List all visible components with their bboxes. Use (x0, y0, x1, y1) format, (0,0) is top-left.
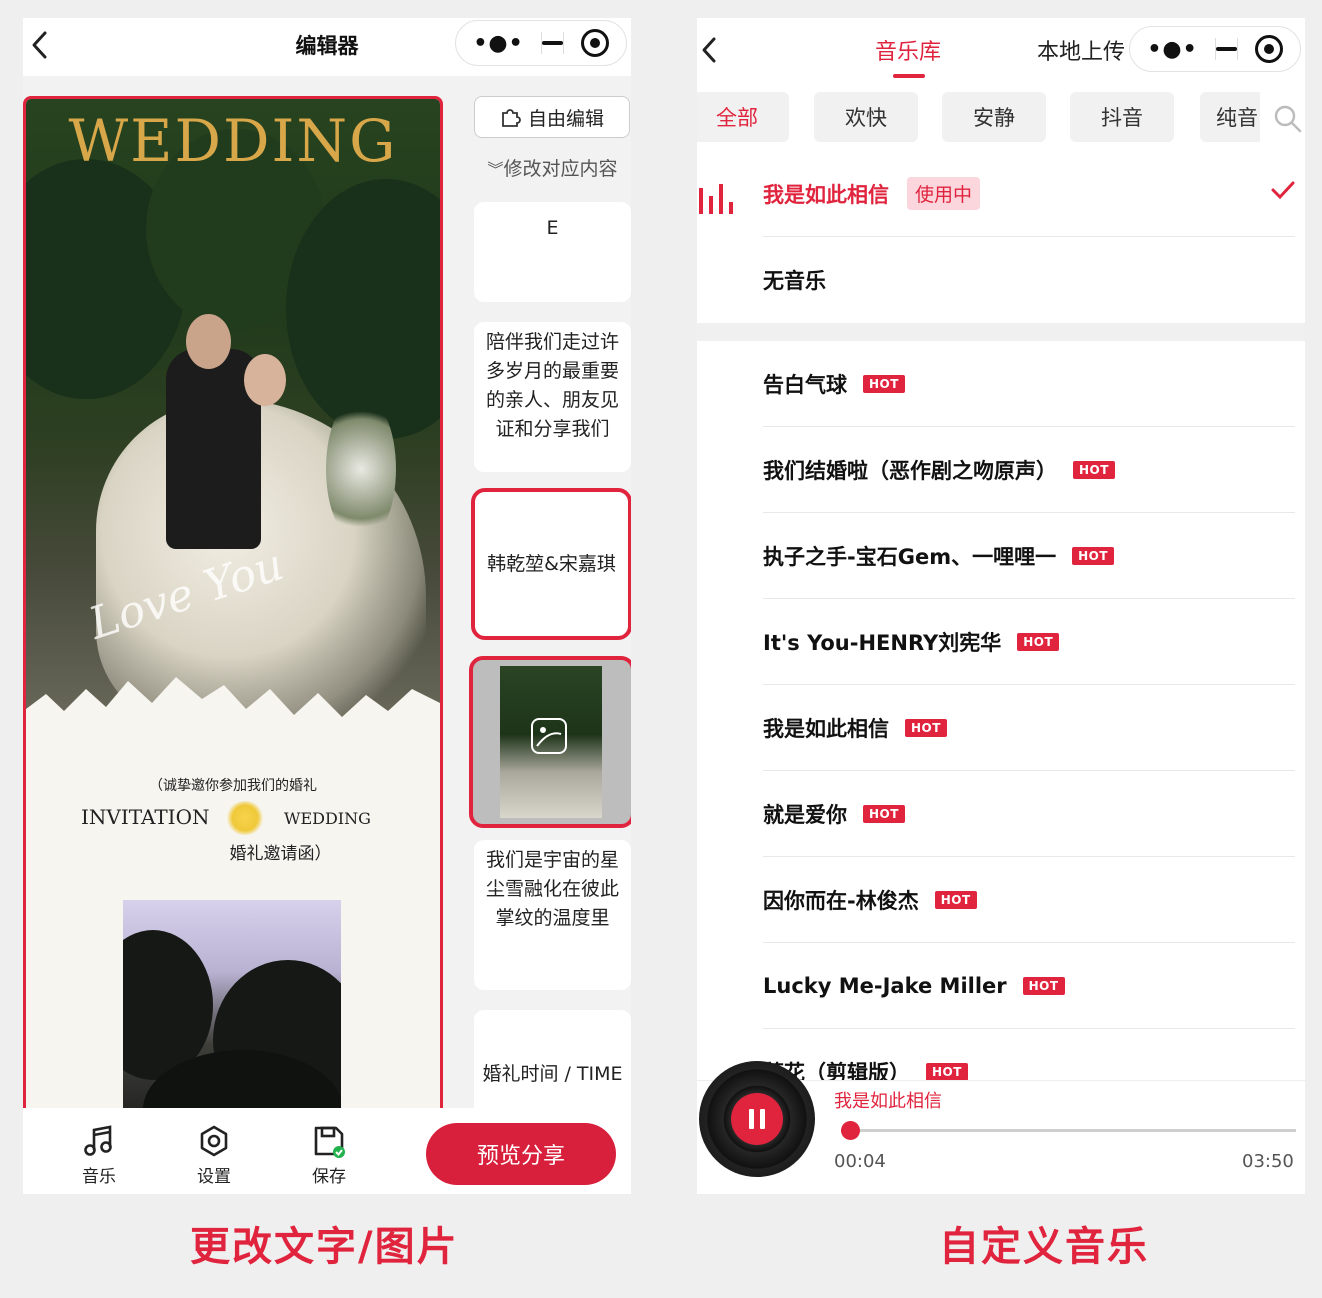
gear-icon (200, 1125, 228, 1157)
active-tab-indicator (893, 74, 925, 78)
content-thumb-2[interactable]: 陪伴我们走过许多岁月的最重要的亲人、朋友见证和分享我们 (474, 322, 631, 472)
hot-badge: HOT (934, 890, 977, 909)
save-disk-icon (314, 1126, 345, 1158)
song-row[interactable]: 我们结婚啦（恶作剧之吻原声） HOT (763, 427, 1295, 513)
tab-local-upload[interactable]: 本地上传 (1037, 34, 1125, 66)
song-row[interactable]: 我是如此相信 HOT (763, 685, 1295, 771)
progress-knob[interactable] (841, 1121, 861, 1140)
chip-douyin[interactable]: 抖音 (1070, 92, 1174, 142)
more-dots-icon[interactable]: •●• (456, 31, 541, 56)
now-playing-title: 我是如此相信 (834, 1091, 942, 1112)
free-edit-label: 自由编辑 (527, 107, 604, 130)
invite-subtitle: （诚挚邀你参加我们的婚礼 (149, 778, 317, 794)
song-row[interactable]: 执子之手-宝石Gem、一哩哩一 HOT (763, 513, 1295, 599)
content-thumb-1[interactable]: E (474, 202, 631, 302)
caption-left: 更改文字/图片 (190, 1224, 459, 1270)
search-icon[interactable] (1273, 104, 1303, 134)
wedding-title: WEDDING (68, 107, 398, 175)
equalizer-icon (699, 184, 733, 214)
puzzle-icon (502, 109, 521, 127)
miniapp-capsule: •●• (1129, 26, 1301, 72)
hot-badge: HOT (926, 1063, 968, 1081)
miniapp-capsule: •●• (455, 20, 627, 66)
settings-tab[interactable]: 设置 (184, 1124, 244, 1187)
replace-image-icon[interactable] (531, 718, 567, 754)
song-row[interactable]: Lucky Me-Jake Miller HOT (763, 943, 1295, 1029)
caption-right: 自定义音乐 (939, 1224, 1149, 1270)
wedding-text: WEDDING (284, 809, 371, 828)
editor-nav-bar: 编辑器 •●• (23, 18, 631, 76)
preview-share-button[interactable]: 预览分享 (426, 1123, 616, 1185)
chip-quiet[interactable]: 安静 (942, 92, 1046, 142)
free-edit-button[interactable]: 自由编辑 (474, 96, 630, 138)
wedding-photo-2[interactable] (123, 900, 341, 1133)
music-nav-bar: 音乐库 本地上传 •●• (697, 18, 1305, 88)
back-chevron-icon[interactable] (699, 36, 719, 70)
invitation-preview[interactable]: WEDDING Love You （诚挚邀你参加我们的婚礼 INVITATION… (23, 96, 443, 1136)
current-song-row[interactable]: 我是如此相信 使用中 (763, 151, 1295, 237)
minimize-icon[interactable] (1216, 47, 1237, 51)
category-chips: 全部 欢快 安静 抖音 纯音 (697, 92, 1305, 142)
hot-badge: HOT (1017, 632, 1060, 651)
invite-cn-title: 婚礼邀请函） (229, 844, 332, 864)
current-time: 00:04 (834, 1151, 886, 1172)
hot-badge: HOT (905, 718, 947, 737)
editor-screen: 编辑器 •●• WEDDING Love You （诚挚邀你参加我们的婚礼 IN… (23, 18, 631, 1194)
music-tab[interactable]: 音乐 (69, 1124, 129, 1187)
invitation-text: INVITATION (81, 805, 210, 829)
editor-bottom-bar: 音乐 设置 保存 预览分享 (23, 1108, 631, 1194)
modify-hint: ︾修改对应内容 (487, 158, 618, 180)
content-thumb-photo[interactable] (469, 656, 631, 828)
current-song-title: 我是如此相信 (763, 182, 889, 207)
no-music-row[interactable]: 无音乐 (763, 237, 1295, 323)
total-time: 03:50 (1242, 1151, 1294, 1172)
chip-all[interactable]: 全部 (697, 92, 789, 142)
progress-bar[interactable] (841, 1121, 1296, 1140)
hot-badge: HOT (1072, 546, 1115, 565)
song-row[interactable]: 就是爱你 HOT (763, 771, 1295, 857)
close-circle-icon[interactable] (1238, 35, 1300, 63)
hot-badge: HOT (863, 374, 905, 393)
song-row[interactable]: It's You-HENRY刘宪华 HOT (763, 599, 1295, 685)
music-player: 我是如此相信 00:04 03:50 (697, 1061, 1305, 1194)
checkmark-icon (1271, 181, 1295, 200)
pause-icon[interactable] (731, 1093, 783, 1145)
music-screen: 音乐库 本地上传 •●• 全部 欢快 安静 抖音 纯音 我是如此相信 使用中 无… (697, 18, 1305, 1194)
torn-paper-edge (26, 677, 440, 729)
tab-music-library[interactable]: 音乐库 (875, 34, 941, 66)
content-thumb-4[interactable]: 婚礼时间 / TIME (474, 1010, 631, 1120)
hot-badge: HOT (1022, 976, 1065, 995)
in-use-badge: 使用中 (907, 177, 981, 210)
content-thumb-names[interactable]: 韩乾堃&宋嘉琪 (471, 488, 631, 640)
wedding-hero-photo[interactable]: WEDDING Love You (26, 99, 440, 729)
more-dots-icon[interactable]: •●• (1130, 37, 1215, 62)
hot-badge: HOT (863, 804, 905, 823)
hot-badge: HOT (1073, 460, 1115, 479)
minimize-icon[interactable] (542, 41, 563, 45)
close-circle-icon[interactable] (564, 29, 626, 57)
song-row[interactable]: 告白气球 HOT (763, 341, 1295, 427)
vinyl-disc (699, 1061, 815, 1177)
flower-icon (226, 801, 264, 835)
chip-pure[interactable]: 纯音 (1200, 92, 1260, 142)
music-note-icon (84, 1125, 112, 1156)
song-row[interactable]: 因你而在-林俊杰 HOT (763, 857, 1295, 943)
chip-happy[interactable]: 欢快 (814, 92, 918, 142)
save-tab[interactable]: 保存 (299, 1124, 359, 1187)
content-thumb-3[interactable]: 我们是宇宙的星尘雪融化在彼此掌纹的温度里 (474, 840, 631, 990)
double-chevron-down-icon: ︾ (487, 160, 504, 179)
